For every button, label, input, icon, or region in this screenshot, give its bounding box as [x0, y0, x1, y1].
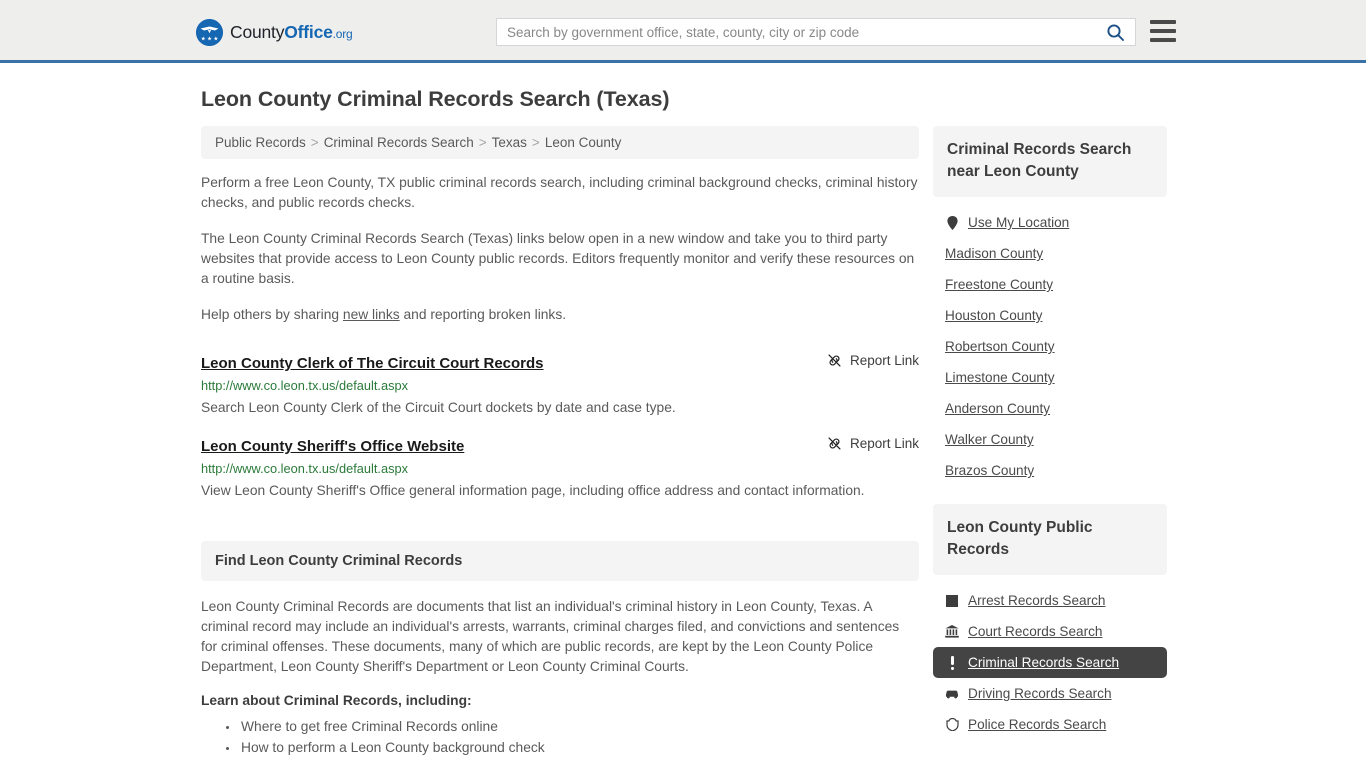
report-link-label: Report Link	[849, 353, 919, 368]
sidebar-item-robertson-county[interactable]: Robertson County	[933, 331, 1167, 362]
sidebar-item-anderson-county[interactable]: Anderson County	[933, 393, 1167, 424]
intro-paragraph-3: Help others by sharing new links and rep…	[201, 305, 919, 325]
sidebar-item-limestone-county[interactable]: Limestone County	[933, 362, 1167, 393]
search-bar[interactable]	[496, 18, 1136, 46]
sidebar-item-label: Walker County	[945, 432, 1034, 447]
breadcrumb-separator-3: >	[531, 135, 540, 150]
main-content: Public Records > Criminal Records Search > T…	[193, 126, 919, 758]
logo-text-county: County	[230, 21, 285, 42]
logo-text-office: Office	[284, 21, 333, 42]
result-url: http://www.co.leon.tx.us/default.aspx	[201, 461, 408, 476]
share-text-pre: Help others by sharing	[201, 307, 343, 322]
logo-text-org: .org	[332, 26, 353, 41]
broken-link-icon	[828, 354, 841, 367]
breadcrumb-item-criminal-records-search[interactable]: Criminal Records Search	[324, 135, 474, 150]
sidebar-item-houston-county[interactable]: Houston County	[933, 300, 1167, 331]
sidebar-item-walker-county[interactable]: Walker County	[933, 424, 1167, 455]
search-input[interactable]	[497, 19, 1095, 45]
hamburger-bar-3	[1150, 38, 1176, 42]
sidebar-item-brazos-county[interactable]: Brazos County	[933, 455, 1167, 486]
share-text-post: and reporting broken links.	[399, 307, 567, 322]
eagle-shield-icon	[196, 18, 223, 46]
sidebar-item-label: Criminal Records Search	[968, 655, 1120, 670]
sidebar-item-label: Robertson County	[945, 339, 1055, 354]
eagle-shield-svg	[196, 18, 223, 46]
breadcrumb-item-leon-county[interactable]: Leon County	[545, 135, 622, 150]
exclamation-icon	[945, 655, 959, 670]
public-records-list: Arrest Records Search Court Records Sear…	[933, 575, 1167, 740]
sidebar-item-police-records-search[interactable]: Police Records Search	[933, 709, 1167, 740]
page-title: Leon County Criminal Records Search (Tex…	[201, 87, 670, 111]
find-records-heading: Find Leon County Criminal Records	[201, 541, 919, 581]
list-item: Where to get free Criminal Records onlin…	[239, 716, 919, 737]
broken-link-icon	[828, 437, 841, 450]
sidebar-item-label: Limestone County	[945, 370, 1055, 385]
site-logo[interactable]: CountyOffice.org	[196, 18, 353, 46]
car-icon	[945, 687, 959, 701]
site-logo-text: CountyOffice.org	[230, 22, 353, 43]
learn-about-heading: Learn about Criminal Records, including:	[201, 693, 472, 708]
map-pin-icon	[945, 215, 959, 230]
sidebar-item-arrest-records-search[interactable]: Arrest Records Search	[933, 585, 1167, 616]
breadcrumb-separator-2: >	[478, 135, 487, 150]
public-records-panel: Leon County Public Records Arrest Record…	[933, 504, 1167, 740]
sidebar-item-label: Anderson County	[945, 401, 1051, 416]
result-item: Leon County Clerk of The Circuit Court R…	[201, 341, 919, 424]
intro-paragraph-1: Perform a free Leon County, TX public cr…	[201, 175, 918, 210]
sidebar-item-madison-county[interactable]: Madison County	[933, 238, 1167, 269]
nearby-counties-heading: Criminal Records Search near Leon County	[933, 126, 1167, 197]
sidebar-item-label: Police Records Search	[968, 717, 1107, 732]
sidebar-item-label: Driving Records Search	[968, 686, 1112, 701]
sidebar-item-use-my-location[interactable]: Use My Location	[933, 207, 1167, 238]
hamburger-bar-2	[1150, 29, 1176, 33]
sidebar-item-label: Madison County	[945, 246, 1044, 261]
hamburger-menu-icon[interactable]	[1150, 20, 1176, 42]
report-link-button[interactable]: Report Link	[827, 436, 919, 451]
report-link-button[interactable]: Report Link	[827, 353, 919, 368]
result-description: Search Leon County Clerk of the Circuit …	[201, 400, 676, 415]
find-records-paragraph: Leon County Criminal Records are documen…	[201, 599, 900, 674]
sidebar-item-criminal-records-search[interactable]: Criminal Records Search	[933, 647, 1167, 678]
search-button[interactable]	[1095, 19, 1135, 45]
breadcrumb-separator-1: >	[310, 135, 319, 150]
result-title-link[interactable]: Leon County Clerk of The Circuit Court R…	[201, 355, 544, 372]
result-url: http://www.co.leon.tx.us/default.aspx	[201, 378, 408, 393]
sidebar-item-label: Freestone County	[945, 277, 1054, 292]
page-body: Leon County Criminal Records Search (Tex…	[0, 63, 1366, 758]
nearby-counties-list: Use My Location Madison County Freestone…	[933, 197, 1167, 486]
sidebar: Criminal Records Search near Leon County…	[933, 126, 1167, 758]
sidebar-item-driving-records-search[interactable]: Driving Records Search	[933, 678, 1167, 709]
result-item: Leon County Sheriff's Office Website Rep…	[201, 424, 919, 507]
new-links-link[interactable]: new links	[343, 307, 400, 322]
sidebar-item-court-records-search[interactable]: Court Records Search	[933, 616, 1167, 647]
sidebar-item-label: Court Records Search	[968, 624, 1103, 639]
breadcrumb-item-texas[interactable]: Texas	[492, 135, 527, 150]
result-description: View Leon County Sheriff's Office genera…	[201, 483, 865, 498]
result-title-link[interactable]: Leon County Sheriff's Office Website	[201, 438, 464, 455]
nearby-counties-panel: Criminal Records Search near Leon County…	[933, 126, 1167, 486]
sidebar-item-label: Use My Location	[968, 215, 1070, 230]
site-header: CountyOffice.org	[0, 0, 1366, 63]
sidebar-item-label: Brazos County	[945, 463, 1035, 478]
intro-paragraph-2: The Leon County Criminal Records Search …	[201, 231, 915, 286]
search-icon	[1106, 23, 1124, 41]
breadcrumb: Public Records > Criminal Records Search > T…	[201, 126, 919, 159]
breadcrumb-item-public-records[interactable]: Public Records	[215, 135, 306, 150]
list-item: How to perform a Leon County background …	[239, 737, 919, 758]
public-records-heading: Leon County Public Records	[933, 504, 1167, 575]
police-badge-icon	[945, 718, 959, 732]
sidebar-item-freestone-county[interactable]: Freestone County	[933, 269, 1167, 300]
learn-about-list: Where to get free Criminal Records onlin…	[201, 716, 919, 758]
hamburger-bar-1	[1150, 20, 1176, 24]
report-link-label: Report Link	[849, 436, 919, 451]
sidebar-item-label: Houston County	[945, 308, 1043, 323]
courthouse-icon	[945, 625, 959, 639]
handcuffs-icon	[945, 594, 959, 608]
sidebar-item-label: Arrest Records Search	[968, 593, 1106, 608]
